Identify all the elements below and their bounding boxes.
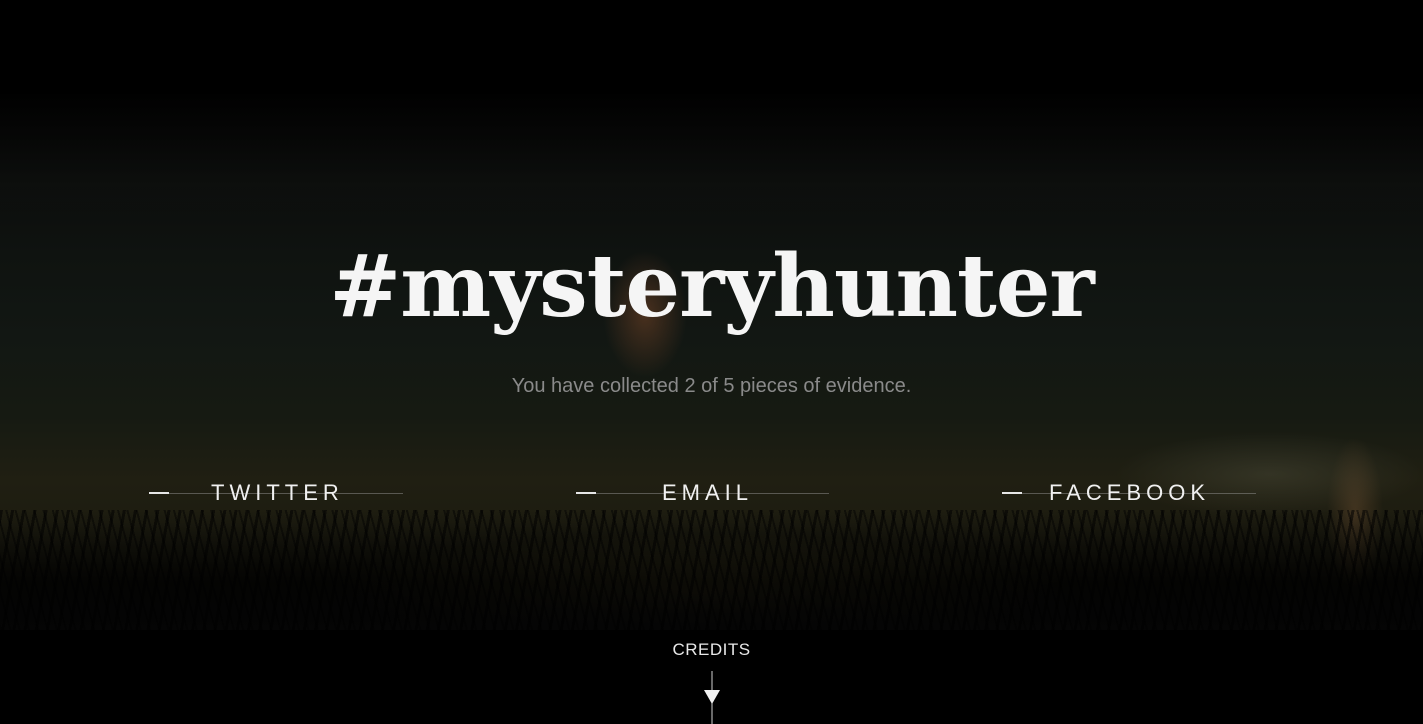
evidence-progress-text: You have collected 2 of 5 pieces of evid… [511, 375, 912, 397]
background-scene-image [0, 94, 1423, 630]
facebook-dash-icon [1002, 492, 1022, 494]
email-share-link[interactable]: EMAIL [576, 478, 829, 508]
page-title: #mysteryhunter [329, 236, 1095, 337]
facebook-share-link[interactable]: FACEBOOK [1002, 478, 1256, 508]
twitter-dash-icon [149, 492, 169, 494]
credits-link[interactable]: CREDITS [0, 639, 1423, 661]
twitter-share-link[interactable]: TWITTER [149, 478, 403, 508]
arrow-down-icon[interactable] [703, 671, 721, 724]
facebook-label: FACEBOOK [1049, 480, 1211, 505]
email-label: EMAIL [662, 480, 754, 505]
email-dash-icon [576, 492, 596, 494]
share-screen: #mysteryhunter You have collected 2 of 5… [0, 0, 1423, 724]
twitter-label: TWITTER [211, 480, 344, 505]
